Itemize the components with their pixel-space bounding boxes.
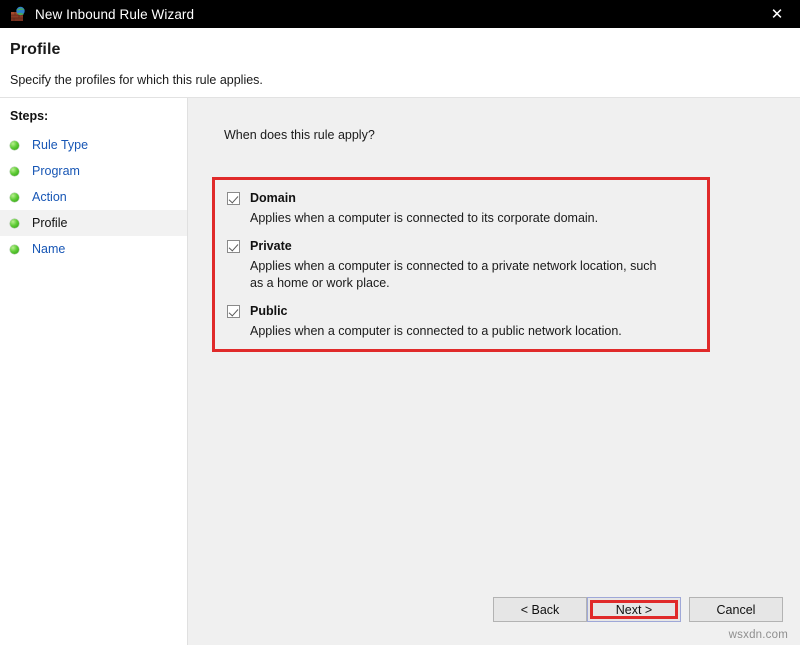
steps-heading: Steps: [10, 109, 187, 123]
checkbox-domain[interactable] [227, 192, 240, 205]
option-private-label: Private [250, 239, 292, 253]
sidebar-item-label: Name [32, 242, 65, 256]
title-bar: New Inbound Rule Wizard ✕ [0, 0, 800, 28]
option-private: Private Applies when a computer is conne… [227, 239, 695, 292]
option-domain-description: Applies when a computer is connected to … [250, 210, 670, 227]
back-button[interactable]: < Back [493, 597, 587, 622]
page-header: Profile Specify the profiles for which t… [0, 28, 800, 97]
page-title: Profile [10, 41, 61, 59]
sidebar-item-label: Program [32, 164, 80, 178]
sidebar-item-label: Rule Type [32, 138, 88, 152]
watermark: wsxdn.com [729, 629, 788, 641]
step-bullet-icon [10, 167, 19, 176]
wizard-button-bar: < Back Next > Cancel wsxdn.com [188, 587, 800, 645]
profile-question: When does this rule apply? [224, 128, 375, 142]
option-public: Public Applies when a computer is connec… [227, 304, 695, 340]
checkbox-private[interactable] [227, 240, 240, 253]
next-button[interactable]: Next > [587, 597, 681, 622]
content-pane: When does this rule apply? Domain Applie… [188, 98, 800, 645]
option-domain: Domain Applies when a computer is connec… [227, 191, 695, 227]
page-subtitle: Specify the profiles for which this rule… [10, 73, 263, 87]
checkbox-public[interactable] [227, 305, 240, 318]
option-public-description: Applies when a computer is connected to … [250, 323, 670, 340]
wizard-body: Steps: Rule Type Program Action Profile … [0, 97, 800, 645]
option-private-description: Applies when a computer is connected to … [250, 258, 670, 292]
profile-options-highlight-box: Domain Applies when a computer is connec… [212, 177, 710, 352]
sidebar-item-program[interactable]: Program [0, 158, 187, 184]
option-private-row[interactable]: Private [227, 239, 695, 253]
sidebar-item-rule-type[interactable]: Rule Type [0, 132, 187, 158]
new-inbound-rule-wizard-window: New Inbound Rule Wizard ✕ Profile Specif… [0, 0, 800, 645]
step-bullet-icon [10, 219, 19, 228]
sidebar-item-label: Action [32, 190, 67, 204]
sidebar-item-profile[interactable]: Profile [0, 210, 187, 236]
sidebar-item-action[interactable]: Action [0, 184, 187, 210]
option-domain-row[interactable]: Domain [227, 191, 695, 205]
option-public-row[interactable]: Public [227, 304, 695, 318]
cancel-button[interactable]: Cancel [689, 597, 783, 622]
window-title: New Inbound Rule Wizard [35, 7, 194, 22]
firewall-globe-icon [10, 6, 26, 22]
option-public-label: Public [250, 304, 288, 318]
sidebar-item-name[interactable]: Name [0, 236, 187, 262]
steps-sidebar: Steps: Rule Type Program Action Profile … [0, 98, 188, 645]
close-icon[interactable]: ✕ [754, 0, 800, 28]
step-bullet-icon [10, 245, 19, 254]
step-bullet-icon [10, 141, 19, 150]
sidebar-item-label: Profile [32, 216, 67, 230]
option-domain-label: Domain [250, 191, 296, 205]
step-bullet-icon [10, 193, 19, 202]
